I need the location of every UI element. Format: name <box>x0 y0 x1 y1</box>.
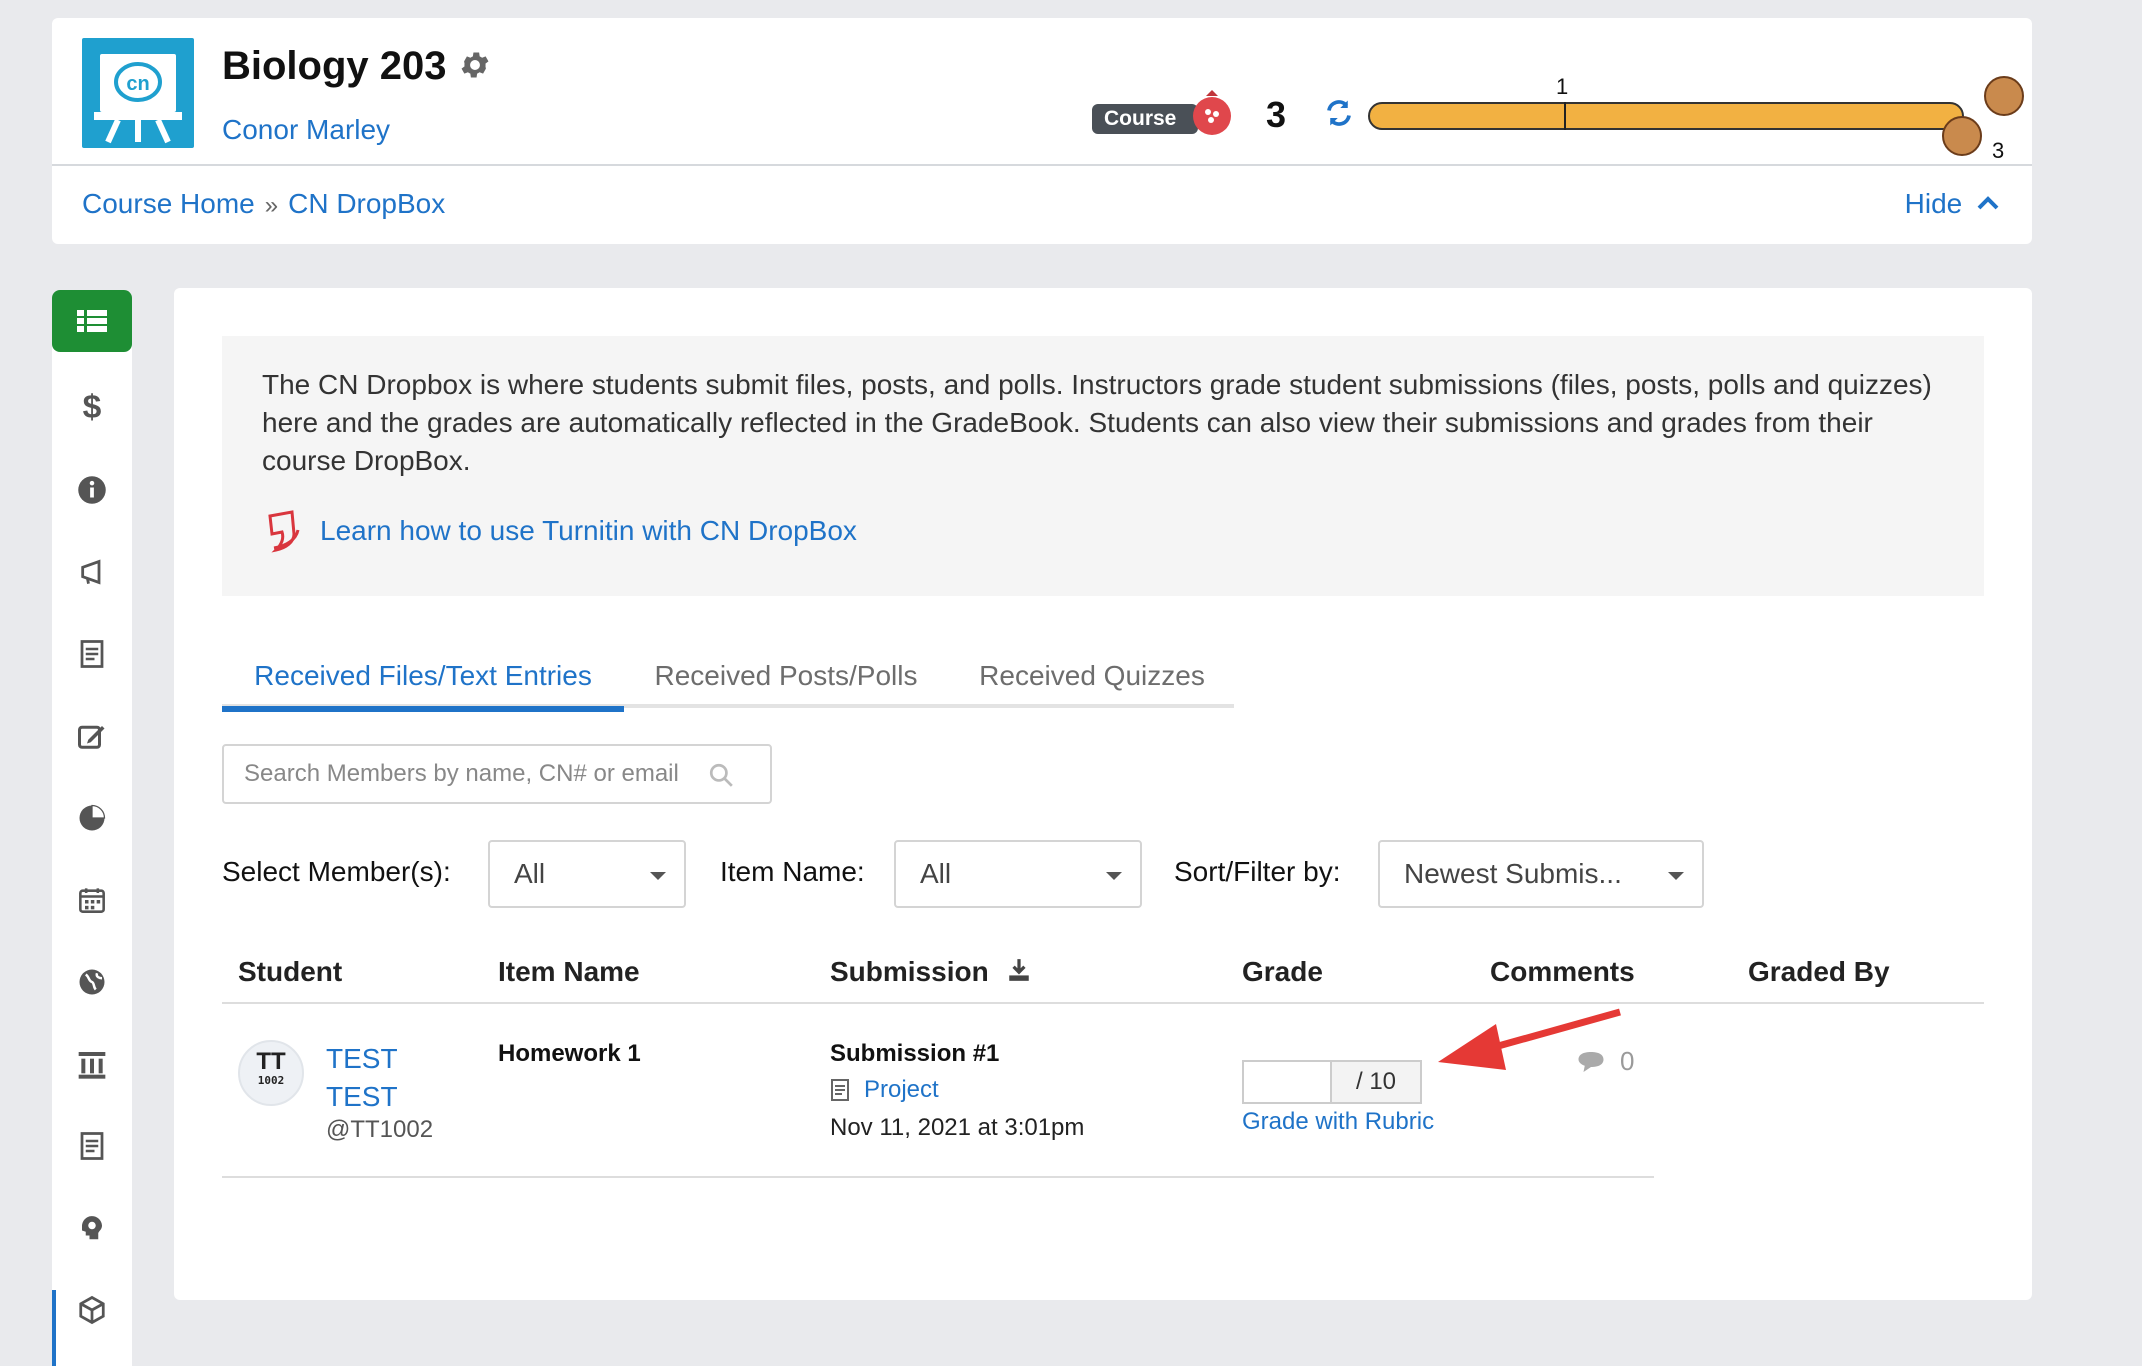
avatar[interactable] <box>1984 76 2024 116</box>
progress-marker <box>1564 102 1566 130</box>
sort-select-value: Newest Submis... <box>1404 858 1622 889</box>
course-title: Biology 203 <box>222 44 447 88</box>
item-name: Homework 1 <box>498 1040 641 1067</box>
edit-icon[interactable] <box>52 711 132 761</box>
info-icon[interactable] <box>52 465 132 515</box>
column-header-grade[interactable]: Grade <box>1242 956 1323 988</box>
calendar-icon[interactable] <box>52 875 132 925</box>
institution-icon[interactable] <box>52 1039 132 1089</box>
dropbox-description: The CN Dropbox is where students submit … <box>262 369 1932 476</box>
instructor-link[interactable]: Conor Marley <box>222 114 390 146</box>
svg-text:cn: cn <box>126 73 149 95</box>
dropbox-panel: The CN Dropbox is where students submit … <box>174 288 2032 1300</box>
breadcrumb-separator-icon: » <box>264 192 279 219</box>
submission-project-link[interactable]: Project <box>830 1076 939 1104</box>
info-box: The CN Dropbox is where students submit … <box>222 336 1984 596</box>
document-icon <box>831 1079 849 1101</box>
column-header-submission[interactable]: Submission <box>830 956 1032 988</box>
submission-title: Submission #1 <box>830 1040 1000 1067</box>
header-divider <box>52 164 2032 166</box>
annotation-arrow-icon <box>1438 1008 1621 1070</box>
chevron-down-icon <box>1106 872 1122 880</box>
chevron-up-icon <box>1977 196 1999 210</box>
avatar[interactable] <box>1942 116 1982 156</box>
item-name-select[interactable]: All <box>894 840 1142 908</box>
breadcrumb-cn-dropbox[interactable]: CN DropBox <box>288 188 445 219</box>
sort-select[interactable]: Newest Submis... <box>1378 840 1704 908</box>
head-brain-icon[interactable] <box>52 1203 132 1253</box>
tab-received-quizzes[interactable]: Received Quizzes <box>948 656 1236 708</box>
member-select-value: All <box>514 858 546 889</box>
hide-label: Hide <box>1904 188 1963 219</box>
tab-received-posts-polls[interactable]: Received Posts/Polls <box>624 656 948 708</box>
dollar-icon[interactable]: $ <box>52 382 132 432</box>
progress-bar <box>1368 102 1964 130</box>
search-input[interactable] <box>224 746 694 802</box>
student-name-link[interactable]: TEST TEST <box>326 1040 436 1116</box>
list-icon <box>77 310 107 332</box>
turnitin-icon <box>268 510 300 553</box>
sort-filter-label: Sort/Filter by: <box>1174 856 1341 887</box>
student-handle: @TT1002 <box>326 1116 434 1143</box>
presentation-board-icon: cn <box>92 48 184 144</box>
course-header: cn Biology 203 Conor Marley Course 3 1 3… <box>52 18 2032 244</box>
cube-icon[interactable] <box>52 1285 132 1335</box>
submission-date: Nov 11, 2021 at 3:01pm <box>830 1114 1085 1141</box>
student-initials: TT <box>256 1048 286 1075</box>
course-badge[interactable]: Course <box>1072 86 1231 138</box>
search-icon[interactable] <box>708 762 734 793</box>
member-select[interactable]: All <box>488 840 686 908</box>
course-logo[interactable]: cn <box>82 38 194 148</box>
pie-chart-icon[interactable] <box>52 793 132 843</box>
breadcrumb: Course Home » CN DropBox <box>82 188 445 220</box>
gear-icon[interactable] <box>458 48 492 87</box>
document-icon[interactable] <box>52 629 132 679</box>
pomegranate-icon <box>1193 90 1231 135</box>
sidebar-item-dropbox-list[interactable] <box>52 290 132 352</box>
progress-marker-label: 1 <box>1556 74 1569 99</box>
badge-count: 3 <box>1266 94 1287 135</box>
grade-max: / 10 <box>1332 1062 1420 1102</box>
sidebar-active-indicator <box>52 1290 56 1366</box>
tab-received-files[interactable]: Received Files/Text Entries <box>222 656 624 712</box>
submission-header-label: Submission <box>830 956 989 987</box>
course-badge-label: Course <box>1092 104 1199 134</box>
download-icon[interactable] <box>1006 957 1032 983</box>
chevron-down-icon <box>650 872 666 880</box>
breadcrumb-course-home[interactable]: Course Home <box>82 188 255 219</box>
chevron-down-icon <box>1668 872 1684 880</box>
globe-icon[interactable] <box>52 957 132 1007</box>
grade-input-group: / 10 <box>1242 1060 1422 1104</box>
refresh-icon[interactable] <box>1324 98 1354 133</box>
avatar-count: 3 <box>1992 138 2005 163</box>
member-search <box>222 744 772 804</box>
column-header-item-name[interactable]: Item Name <box>498 956 640 988</box>
item-filter-label: Item Name: <box>720 856 865 887</box>
column-header-student[interactable]: Student <box>238 956 342 988</box>
hide-button[interactable]: Hide <box>1905 188 2000 220</box>
column-header-comments[interactable]: Comments <box>1490 956 1635 988</box>
member-filter-label: Select Member(s): <box>222 856 451 887</box>
sidebar: $ <box>52 290 132 1366</box>
grade-with-rubric-link[interactable]: Grade with Rubric <box>1242 1108 1434 1136</box>
submission-tabs: Received Files/Text Entries Received Pos… <box>222 656 1236 712</box>
column-header-graded-by[interactable]: Graded By <box>1748 956 1890 988</box>
avatar[interactable]: TT 1002 <box>238 1040 304 1106</box>
megaphone-icon[interactable] <box>52 547 132 597</box>
turnitin-help-link[interactable]: Learn how to use Turnitin with CN DropBo… <box>262 508 857 554</box>
submission-type-label: Project <box>864 1076 939 1103</box>
item-select-value: All <box>920 858 952 889</box>
student-id-badge: 1002 <box>257 1074 285 1087</box>
turnitin-help-label: Learn how to use Turnitin with CN DropBo… <box>320 515 857 546</box>
notes-icon[interactable] <box>52 1121 132 1171</box>
svg-text:$: $ <box>83 389 102 425</box>
grade-input[interactable] <box>1244 1062 1332 1102</box>
table-header: Student Item Name Submission Grade Comme… <box>222 948 1984 1004</box>
